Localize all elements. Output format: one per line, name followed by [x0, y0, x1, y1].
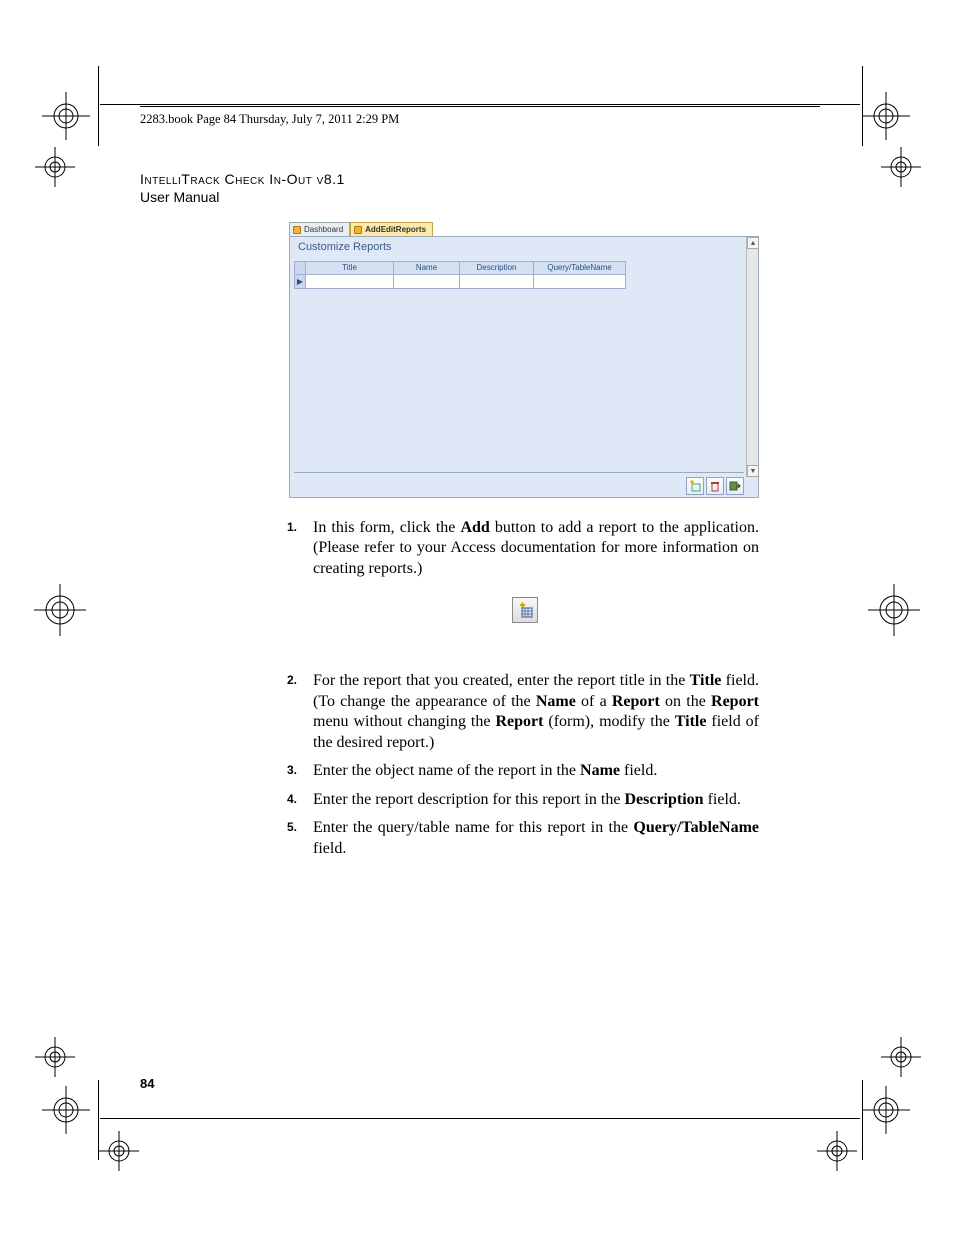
- running-header: 2283.book Page 84 Thursday, July 7, 2011…: [140, 112, 399, 127]
- grid-col-title[interactable]: Title: [306, 261, 394, 275]
- grid-col-querytablename[interactable]: Query/TableName: [534, 261, 626, 275]
- registration-mark-icon: [30, 580, 90, 640]
- row-pointer-icon: ▶: [297, 278, 303, 286]
- vertical-scrollbar[interactable]: ▲ ▼: [746, 237, 758, 477]
- customize-reports-figure: Dashboard AddEditReports Customize Repor…: [289, 220, 759, 498]
- tab-label: AddEditReports: [365, 225, 426, 234]
- delete-button[interactable]: [706, 477, 724, 495]
- registration-mark-icon: [30, 142, 80, 192]
- document-subtitle: User Manual: [140, 189, 345, 205]
- document-title-block: IntelliTrack Check In-Out v8.1 User Manu…: [140, 171, 345, 205]
- new-record-icon: [689, 480, 701, 492]
- grid-row[interactable]: ▶: [294, 275, 744, 289]
- tab-icon: [293, 226, 301, 234]
- step-3: 3. Enter the object name of the report i…: [287, 761, 759, 781]
- step-2: 2. For the report that you created, ente…: [287, 671, 759, 753]
- instruction-list: 1. In this form, click the Add button to…: [287, 518, 759, 867]
- grid-cell-description[interactable]: [460, 275, 534, 289]
- close-icon: [729, 480, 741, 492]
- step-5: 5. Enter the query/table name for this r…: [287, 818, 759, 859]
- delete-icon: [709, 480, 721, 492]
- product-title: IntelliTrack Check In-Out v8.1: [140, 171, 345, 187]
- scroll-up-icon[interactable]: ▲: [747, 237, 759, 249]
- tab-addeditreports[interactable]: AddEditReports: [350, 222, 433, 236]
- registration-mark-icon: [856, 86, 916, 146]
- page-number: 84: [140, 1076, 154, 1091]
- registration-mark-icon: [94, 1126, 144, 1176]
- step-text: In this form, click the Add button to ad…: [313, 519, 759, 577]
- new-record-icon: [517, 602, 533, 618]
- registration-mark-icon: [36, 1080, 96, 1140]
- registration-mark-icon: [30, 1032, 80, 1082]
- registration-mark-icon: [856, 1080, 916, 1140]
- step-text: Enter the report description for this re…: [313, 791, 741, 808]
- tab-icon: [354, 226, 362, 234]
- step-text: For the report that you created, enter t…: [313, 672, 759, 750]
- add-icon-illustration: [512, 597, 538, 623]
- record-toolbar: [686, 477, 744, 495]
- tab-bar: Dashboard AddEditReports: [289, 220, 759, 236]
- customize-reports-panel: Customize Reports Title Name Description…: [289, 236, 759, 498]
- close-button[interactable]: [726, 477, 744, 495]
- registration-mark-icon: [876, 1032, 926, 1082]
- add-button[interactable]: [686, 477, 704, 495]
- grid-cell-name[interactable]: [394, 275, 460, 289]
- tab-dashboard[interactable]: Dashboard: [289, 222, 350, 236]
- step-text: Enter the query/table name for this repo…: [313, 819, 759, 856]
- step-4: 4. Enter the report description for this…: [287, 790, 759, 810]
- step-1: 1. In this form, click the Add button to…: [287, 518, 759, 579]
- registration-mark-icon: [812, 1126, 862, 1176]
- step-number: 2.: [287, 673, 297, 688]
- scroll-track[interactable]: [747, 249, 758, 465]
- toolbar-divider: [294, 472, 744, 473]
- step-number: 3.: [287, 763, 297, 778]
- grid-cell-title[interactable]: [306, 275, 394, 289]
- grid-row-header: [294, 261, 306, 275]
- step-text: Enter the object name of the report in t…: [313, 762, 657, 779]
- step-number: 5.: [287, 820, 297, 835]
- registration-mark-icon: [876, 142, 926, 192]
- step-number: 4.: [287, 792, 297, 807]
- grid-row-selector[interactable]: ▶: [294, 275, 306, 289]
- grid-col-name[interactable]: Name: [394, 261, 460, 275]
- step-number: 1.: [287, 520, 297, 535]
- reports-grid[interactable]: Title Name Description Query/TableName ▶: [294, 261, 744, 289]
- rule: [140, 106, 820, 107]
- panel-title: Customize Reports: [290, 237, 758, 257]
- registration-mark-icon: [864, 580, 924, 640]
- tab-label: Dashboard: [304, 225, 343, 234]
- grid-cell-querytablename[interactable]: [534, 275, 626, 289]
- registration-mark-icon: [36, 86, 96, 146]
- scroll-down-icon[interactable]: ▼: [747, 465, 759, 477]
- grid-col-description[interactable]: Description: [460, 261, 534, 275]
